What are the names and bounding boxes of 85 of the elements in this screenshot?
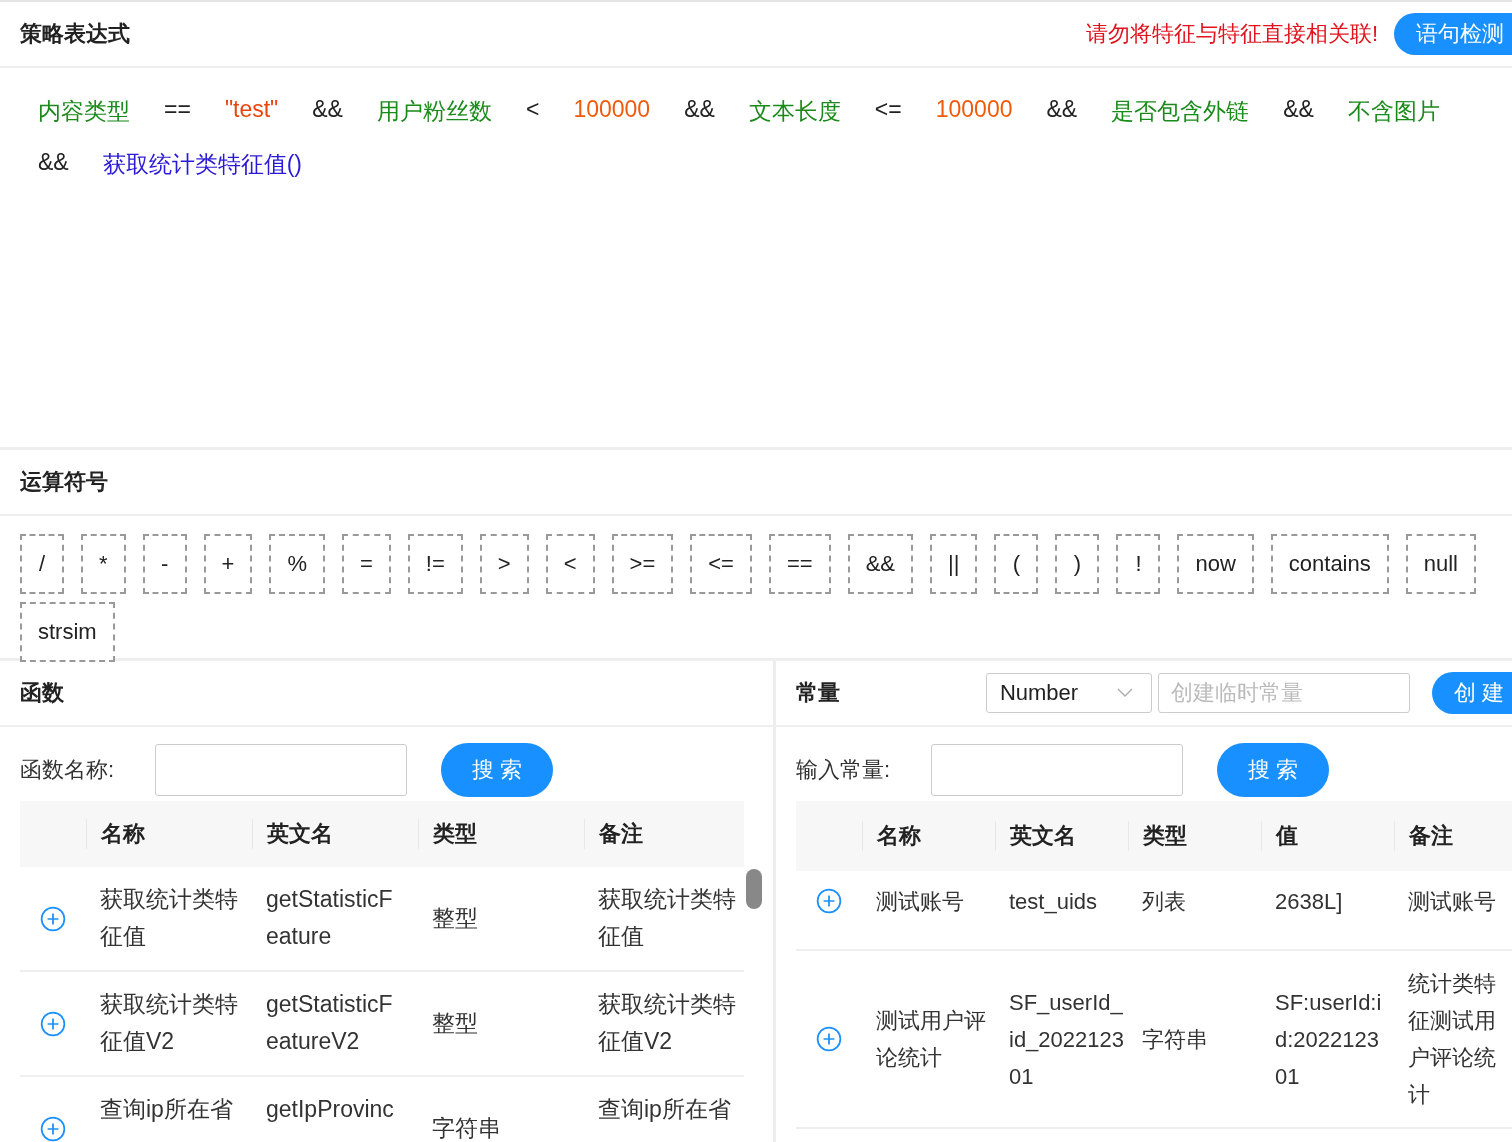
column-header: 备注 — [584, 819, 744, 849]
add-icon[interactable] — [816, 888, 842, 914]
table-cell-text: 查询ip所在省 — [99, 1095, 234, 1124]
operator-chip[interactable]: ) — [1055, 534, 1100, 594]
column-header: 英文名 — [995, 821, 1128, 851]
table-cell-text: 获取统计类特征值 — [99, 885, 239, 951]
add-icon[interactable] — [40, 1010, 66, 1037]
table-cell-text: 获取统计类特征值V2 — [99, 990, 239, 1056]
table-cell-text: 列表 — [1141, 887, 1187, 916]
operator-chip[interactable]: ! — [1116, 534, 1161, 594]
add-icon[interactable] — [816, 1026, 842, 1052]
constant-input[interactable]: 创建临时常量 — [1157, 673, 1410, 713]
operator-chip[interactable]: <= — [690, 534, 752, 594]
expression-token[interactable]: 内容类型 — [38, 96, 130, 127]
table-cell-text: SF:userId:id:202212301 — [1274, 988, 1383, 1091]
section-title: 函数 — [20, 679, 64, 707]
warning-text: 请勿将特征与特征直接相关联! — [1085, 20, 1378, 48]
section-title: 常量 — [796, 679, 840, 707]
type-select[interactable]: Number — [985, 673, 1152, 713]
table-cell-text: 字符串 — [431, 1114, 502, 1142]
expression-token[interactable]: <= — [874, 96, 902, 127]
table-cell-text: 获取统计类特征值V2 — [597, 990, 737, 1056]
column-header: 英文名 — [252, 819, 418, 849]
operator-chip[interactable]: > — [479, 534, 529, 594]
column-header: 备注 — [1394, 821, 1512, 851]
expression-token[interactable]: == — [164, 96, 191, 127]
operator-chip[interactable]: != — [407, 534, 463, 594]
expression-token[interactable]: && — [1283, 96, 1314, 127]
column-header: 值 — [1261, 821, 1394, 851]
expression-token[interactable]: 获取统计类特征值() — [102, 149, 302, 180]
table-cell-text: 整型 — [431, 904, 479, 933]
operator-chip[interactable]: / — [20, 534, 64, 594]
operator-chip[interactable]: || — [930, 534, 978, 594]
operator-chip[interactable]: % — [269, 534, 325, 594]
column-header: 名称 — [862, 821, 995, 851]
table-cell-text: 整型 — [431, 1009, 479, 1038]
section-title: 策略表达式 — [20, 20, 130, 48]
expression-token[interactable]: < — [525, 96, 540, 127]
search-label: 输入常量: — [796, 756, 892, 784]
expression-token[interactable]: && — [38, 149, 69, 180]
operator-chip[interactable]: + — [203, 534, 253, 594]
operator-chip[interactable]: ( — [994, 534, 1039, 594]
table-cell-text: 字符串 — [1141, 1025, 1209, 1054]
search-field[interactable] — [931, 744, 1183, 796]
operator-chip[interactable]: now — [1177, 534, 1254, 594]
table-cell-text: 查询ip所在省 — [597, 1095, 732, 1124]
table-cell-text: 测试用户评论统计 — [875, 1007, 987, 1072]
search-field[interactable] — [155, 744, 407, 796]
add-icon[interactable] — [40, 1115, 66, 1142]
table-cell-text: SF_userId_id_202212301 — [1008, 988, 1125, 1091]
operator-chip[interactable]: >= — [611, 534, 674, 594]
search-label: 函数名称: — [20, 756, 116, 784]
operator-chip[interactable]: < — [545, 534, 595, 594]
table-cell-text: 2638L] — [1274, 887, 1344, 916]
table-cell-text: getIpProvinc — [265, 1095, 395, 1124]
expression-token[interactable]: && — [684, 96, 715, 127]
operator-chip[interactable]: && — [847, 534, 913, 594]
column-header: 名称 — [86, 819, 252, 849]
table-cell-text: 统计类特征测试用户评论统计 — [1407, 970, 1497, 1109]
operator-chip[interactable]: * — [81, 534, 126, 594]
operator-chip[interactable]: = — [342, 534, 391, 594]
scrollbar-thumb[interactable] — [746, 869, 762, 909]
operator-chip[interactable]: strsim — [20, 602, 115, 662]
table-cell-text: 测试账号 — [875, 887, 965, 916]
expression-token[interactable]: 文本长度 — [748, 96, 841, 127]
operator-chip[interactable]: contains — [1270, 534, 1389, 594]
chevron-down-icon[interactable] — [1116, 688, 1133, 698]
expression-token[interactable]: 不含图片 — [1347, 96, 1440, 127]
expression-token[interactable]: "test" — [224, 96, 279, 127]
expression-token[interactable]: && — [1046, 96, 1078, 127]
operator-chip[interactable]: null — [1405, 534, 1476, 594]
table-cell-text: 获取统计类特征值 — [597, 885, 737, 951]
expression-token[interactable]: 是否包含外链 — [1111, 96, 1250, 127]
table-cell-text: test_uids — [1008, 887, 1099, 916]
expression-token[interactable]: 用户粉丝数 — [376, 96, 492, 127]
expression-token[interactable]: && — [312, 96, 343, 127]
column-header: 类型 — [1128, 821, 1261, 851]
operator-chip[interactable]: == — [768, 534, 831, 594]
table-cell-text: 测试账号 — [1407, 887, 1497, 916]
operator-chip[interactable]: - — [142, 534, 187, 594]
add-icon[interactable] — [40, 905, 66, 932]
table-cell-text: getStatisticFeatureV2 — [265, 990, 394, 1056]
section-title: 运算符号 — [20, 468, 108, 496]
column-header: 类型 — [418, 819, 584, 849]
table-cell-text: getStatisticFeature — [265, 885, 394, 951]
